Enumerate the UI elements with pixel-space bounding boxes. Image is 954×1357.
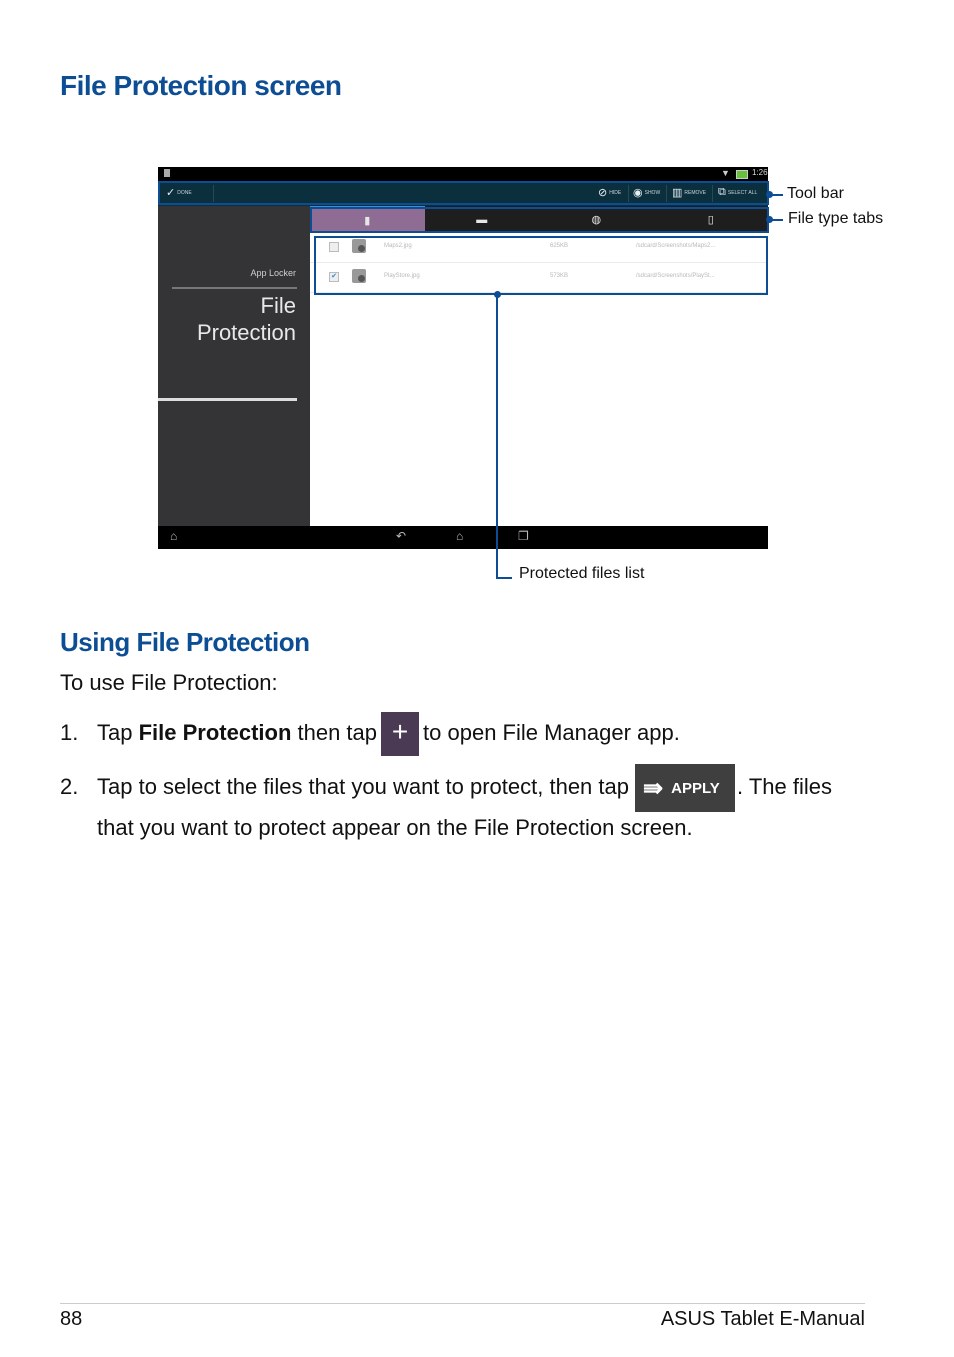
wifi-icon: ▼ xyxy=(721,168,730,178)
apply-label: APPLY xyxy=(671,779,720,797)
page-number: 88 xyxy=(60,1308,83,1330)
selection-indicator xyxy=(158,398,297,401)
step-text: Tap xyxy=(97,719,139,745)
footer-divider xyxy=(60,1303,865,1304)
divider xyxy=(172,287,297,289)
tabs-highlight xyxy=(310,207,769,233)
list-highlight xyxy=(314,236,768,295)
apply-button-icon: ⇛ APPLY xyxy=(635,764,735,812)
callout-dot xyxy=(766,191,773,198)
toolbar-highlight xyxy=(158,181,769,205)
status-bar: ▼ 1:26 xyxy=(158,167,768,181)
title-line-2: Protection xyxy=(196,320,296,345)
step-2-continued: that you want to protect appear on the F… xyxy=(97,815,693,840)
intro-text: To use File Protection: xyxy=(60,670,278,695)
protected-files-callout: Protected files list xyxy=(519,565,645,582)
collapse-icon[interactable]: ⌂ xyxy=(170,529,177,543)
step-2: 2. Tap to select the files that you want … xyxy=(60,764,832,812)
step-text: then tap xyxy=(291,719,378,745)
add-button-icon: + xyxy=(381,712,420,756)
recent-apps-icon[interactable]: ❐ xyxy=(518,529,529,543)
sidebar: App Locker File Protection xyxy=(158,206,310,526)
toolbar-callout: Tool bar xyxy=(787,185,844,202)
step-text: . The files xyxy=(737,773,832,799)
section-heading: Using File Protection xyxy=(60,627,310,657)
app-locker-link[interactable]: App Locker xyxy=(250,268,296,278)
clock: 1:26 xyxy=(752,168,768,177)
file-type-tabs-callout: File type tabs xyxy=(788,210,884,227)
step-text: to open File Manager app. xyxy=(423,719,680,745)
home-icon[interactable]: ⌂ xyxy=(456,529,463,543)
step-text: Tap to select the files that you want to… xyxy=(97,773,629,799)
callout-line xyxy=(496,577,512,579)
step-number: 1. xyxy=(60,719,79,745)
apply-icon: ⇛ xyxy=(643,774,664,802)
back-icon[interactable]: ↶ xyxy=(396,529,406,543)
callout-dot xyxy=(766,216,773,223)
step-bold-text: File Protection xyxy=(138,719,292,745)
navigation-bar: ⌂ ↶ ⌂ ❐ xyxy=(158,526,768,549)
sd-card-icon xyxy=(164,169,170,177)
step-1: 1. Tap File Protection then tap + to open F… xyxy=(60,712,680,756)
callout-line xyxy=(496,294,498,579)
manual-title: ASUS Tablet E-Manual xyxy=(660,1308,865,1330)
step-number: 2. xyxy=(60,773,79,799)
sidebar-title: File Protection xyxy=(197,292,296,346)
battery-icon xyxy=(736,170,748,179)
page-heading: File Protection screen xyxy=(60,70,342,101)
title-line-1: File xyxy=(260,293,296,318)
